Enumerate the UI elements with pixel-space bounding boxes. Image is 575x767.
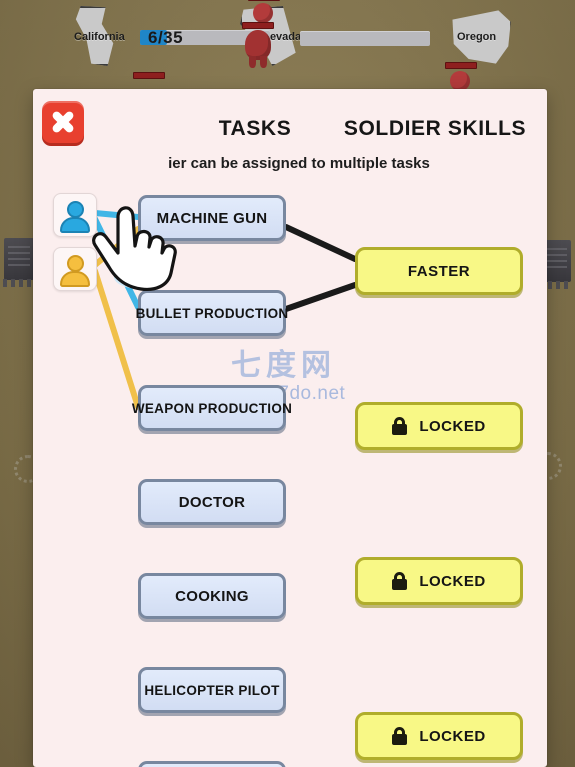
- progress-bar-oregon: [300, 31, 430, 46]
- lock-icon: [392, 417, 408, 435]
- task-button-next[interactable]: [138, 761, 286, 767]
- soldier-avatar-icon: [60, 271, 90, 287]
- skill-button-locked-3[interactable]: LOCKED: [355, 712, 523, 760]
- skill-label: LOCKED: [419, 572, 486, 590]
- skill-label: LOCKED: [419, 727, 486, 745]
- enemy-health-bar: [248, 0, 280, 1]
- enemy-leg: [249, 56, 256, 68]
- task-button-cooking[interactable]: COOKING: [138, 573, 286, 619]
- bunker-slits: [545, 248, 567, 270]
- task-label: WEAPON PRODUCTION: [131, 400, 293, 416]
- enemy-leg: [260, 56, 267, 68]
- close-button[interactable]: [42, 101, 84, 143]
- task-label: DOCTOR: [178, 493, 246, 511]
- enemy-health-bar: [242, 22, 274, 29]
- enemy-head: [253, 3, 273, 23]
- task-label: MACHINE GUN: [156, 209, 268, 227]
- skill-label: LOCKED: [419, 417, 486, 435]
- enemy-health-bar: [133, 72, 165, 79]
- state-label-oregon: Oregon: [457, 31, 497, 43]
- task-button-machine-gun[interactable]: MACHINE GUN: [138, 195, 286, 241]
- soldier-avatar-icon: [66, 255, 84, 272]
- task-button-bullet-production[interactable]: BULLET PRODUCTION: [135, 290, 289, 336]
- soldier-avatar-icon: [60, 217, 90, 233]
- task-button-weapon-production[interactable]: WEAPON PRODUCTION: [132, 385, 292, 431]
- skill-button-locked-2[interactable]: LOCKED: [355, 557, 523, 605]
- bunker-structure-left: [3, 238, 35, 287]
- enemy-head: [450, 71, 470, 91]
- task-button-helicopter-pilot[interactable]: HELICOPTER PILOT: [138, 667, 286, 713]
- task-button-doctor[interactable]: DOCTOR: [138, 479, 286, 525]
- soldier-avatar-icon: [66, 201, 84, 218]
- task-label: BULLET PRODUCTION: [135, 305, 289, 321]
- task-label: COOKING: [175, 587, 249, 605]
- enemy-health-bar: [445, 62, 477, 69]
- skill-button-locked-1[interactable]: LOCKED: [355, 402, 523, 450]
- skill-label: FASTER: [407, 262, 471, 280]
- skill-button-faster[interactable]: FASTER: [355, 247, 523, 295]
- panel-subtitle: ier can be assigned to multiple tasks: [168, 155, 430, 172]
- tasks-and-skills-panel: TASKS SOLDIER SKILLS ier can be assigned…: [33, 89, 547, 767]
- state-label-california: California: [74, 31, 125, 43]
- soldier-avatar-1[interactable]: [53, 193, 97, 237]
- soldier-avatar-2[interactable]: [53, 247, 97, 291]
- lock-icon: [392, 727, 408, 745]
- header-soldier-skills: SOLDIER SKILLS: [343, 117, 527, 140]
- watermark-text-cn: 七度网: [231, 349, 336, 382]
- lock-icon: [392, 572, 408, 590]
- header-tasks: TASKS: [218, 117, 292, 140]
- task-label: HELICOPTER PILOT: [144, 682, 280, 698]
- bunker-slits: [8, 246, 30, 268]
